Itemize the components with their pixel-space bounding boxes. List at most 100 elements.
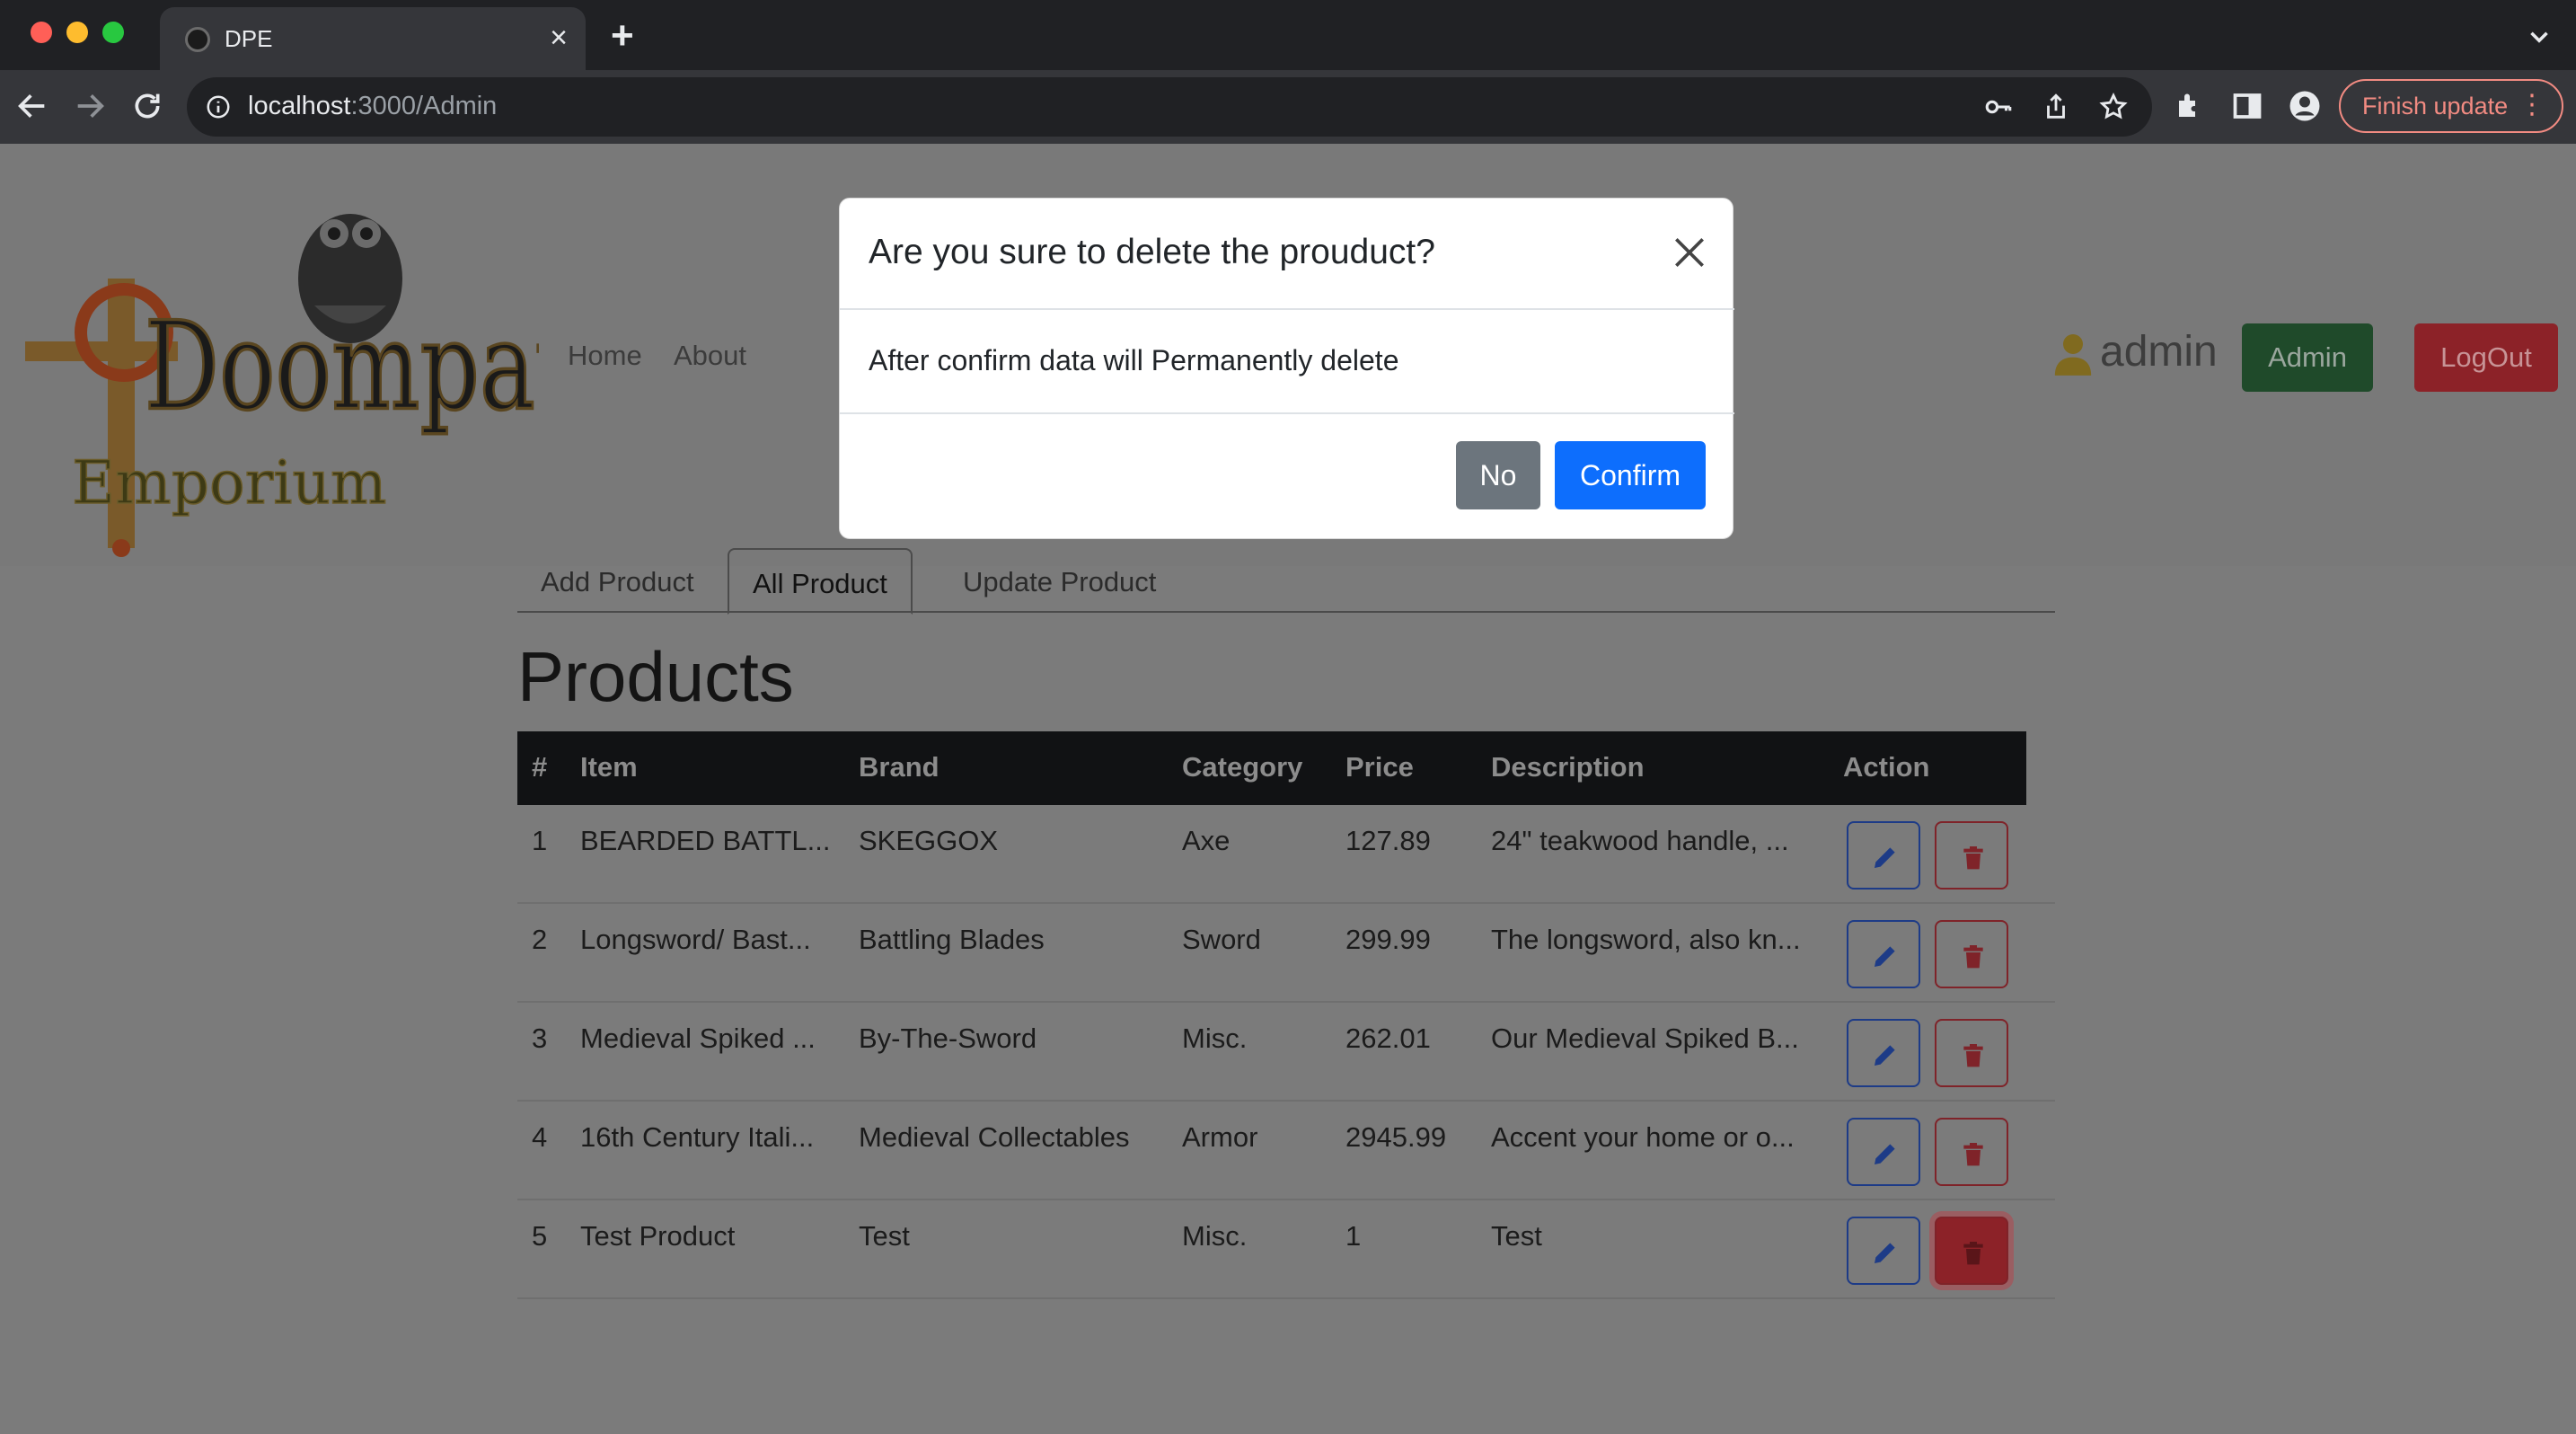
col-header-num: # xyxy=(532,751,548,783)
maximize-window-button[interactable] xyxy=(102,22,124,43)
delete-button[interactable] xyxy=(1935,1217,2008,1285)
table-row: 5 Test Product Test Misc. 1 Test xyxy=(517,1200,2055,1299)
admin-button[interactable]: Admin xyxy=(2242,323,2373,392)
tab-all-product[interactable]: All Product xyxy=(728,548,913,615)
col-header-price: Price xyxy=(1345,751,1414,783)
delete-button[interactable] xyxy=(1935,821,2008,890)
trash-icon xyxy=(1963,1242,1983,1265)
cell-brand: By-The-Sword xyxy=(859,1022,1037,1054)
cell-item: Test Product xyxy=(580,1220,736,1252)
svg-text:Doompause: Doompause xyxy=(145,297,539,438)
finish-update-button[interactable]: Finish update ⋮ xyxy=(2339,79,2563,133)
edit-button[interactable] xyxy=(1847,1118,1920,1186)
cell-category: Armor xyxy=(1182,1121,1258,1153)
extensions-icon[interactable] xyxy=(2174,90,2206,122)
forward-icon[interactable] xyxy=(72,88,108,124)
pencil-icon xyxy=(1875,946,1895,967)
cell-description: Our Medieval Spiked B... xyxy=(1491,1022,1799,1054)
cell-brand: SKEGGOX xyxy=(859,825,999,856)
cell-item: Medieval Spiked ... xyxy=(580,1022,816,1054)
close-window-button[interactable] xyxy=(31,22,52,43)
new-tab-button[interactable]: + xyxy=(611,14,634,58)
sidepanel-icon[interactable] xyxy=(2231,90,2263,122)
pencil-icon xyxy=(1875,1045,1895,1066)
pencil-icon xyxy=(1875,1243,1895,1263)
address-bar[interactable]: localhost:3000/Admin xyxy=(187,77,2152,137)
edit-button[interactable] xyxy=(1847,821,1920,890)
minimize-window-button[interactable] xyxy=(66,22,88,43)
trash-icon xyxy=(1963,1143,1983,1166)
cell-price: 299.99 xyxy=(1345,924,1431,955)
cell-num: 1 xyxy=(532,825,548,856)
browser-toolbar: localhost:3000/Admin Finish update ⋮ xyxy=(0,70,2576,144)
browser-menu-icon[interactable]: ⋮ xyxy=(2519,81,2545,129)
cell-category: Misc. xyxy=(1182,1022,1248,1054)
cell-num: 5 xyxy=(532,1220,548,1252)
site-logo[interactable]: Doompause Emporium xyxy=(18,171,539,566)
tab-title: DPE xyxy=(225,25,273,52)
share-icon[interactable] xyxy=(2041,92,2071,122)
cell-item: BEARDED BATTL... xyxy=(580,825,831,856)
confirm-button[interactable]: Confirm xyxy=(1555,441,1706,509)
nav-about-link[interactable]: About xyxy=(674,340,746,372)
cell-category: Misc. xyxy=(1182,1220,1248,1252)
cell-item: Longsword/ Bast... xyxy=(580,924,811,955)
table-row: 3 Medieval Spiked ... By-The-Sword Misc.… xyxy=(517,1003,2055,1102)
no-button[interactable]: No xyxy=(1456,441,1540,509)
cell-category: Axe xyxy=(1182,825,1231,856)
admin-tabs: Add Product All Product Update Product xyxy=(517,548,2055,615)
finish-update-label: Finish update xyxy=(2362,93,2509,120)
delete-button[interactable] xyxy=(1935,1118,2008,1186)
profile-icon[interactable] xyxy=(2289,90,2321,122)
cell-description: 24" teakwood handle, ... xyxy=(1491,825,1789,856)
close-icon[interactable] xyxy=(1670,233,1709,272)
cell-num: 3 xyxy=(532,1022,548,1054)
cell-brand: Battling Blades xyxy=(859,924,1045,955)
modal-header: Are you sure to delete the prouduct? xyxy=(840,199,1734,310)
key-icon[interactable] xyxy=(1983,92,2014,122)
modal-message: After confirm data will Permanently dele… xyxy=(869,344,1399,376)
trash-icon xyxy=(1963,945,1983,969)
delete-confirm-modal: Are you sure to delete the prouduct? Aft… xyxy=(839,198,1734,539)
delete-button[interactable] xyxy=(1935,1019,2008,1087)
col-header-category: Category xyxy=(1182,751,1303,783)
tab-add-product[interactable]: Add Product xyxy=(517,548,718,613)
delete-button[interactable] xyxy=(1935,920,2008,988)
cell-category: Sword xyxy=(1182,924,1261,955)
edit-button[interactable] xyxy=(1847,1019,1920,1087)
favicon-icon xyxy=(185,27,210,52)
back-icon[interactable] xyxy=(14,88,50,124)
table-row: 1 BEARDED BATTL... SKEGGOX Axe 127.89 24… xyxy=(517,805,2055,904)
url-host: localhost xyxy=(248,92,351,120)
svg-text:Emporium: Emporium xyxy=(72,448,387,518)
reload-icon[interactable] xyxy=(129,88,165,124)
cell-price: 262.01 xyxy=(1345,1022,1431,1054)
cell-num: 4 xyxy=(532,1121,548,1153)
tab-update-product[interactable]: Update Product xyxy=(940,548,1179,613)
cell-price: 2945.99 xyxy=(1345,1121,1447,1153)
username: admin xyxy=(2100,328,2218,376)
browser-tabbar: DPE × + xyxy=(0,0,2576,70)
cell-description: Accent your home or o... xyxy=(1491,1121,1795,1153)
user-icon xyxy=(2054,334,2092,376)
url-path: :3000/Admin xyxy=(350,92,498,120)
table-row: 2 Longsword/ Bast... Battling Blades Swo… xyxy=(517,904,2055,1003)
tab-close-button[interactable]: × xyxy=(550,20,568,56)
edit-button[interactable] xyxy=(1847,1217,1920,1285)
tab-search-chevron-icon[interactable] xyxy=(2524,22,2554,52)
modal-title: Are you sure to delete the prouduct? xyxy=(869,233,1435,271)
col-header-brand: Brand xyxy=(859,751,940,783)
cell-num: 2 xyxy=(532,924,548,955)
nav-home-link[interactable]: Home xyxy=(568,340,642,372)
cell-description: The longsword, also kn... xyxy=(1491,924,1801,955)
info-icon[interactable] xyxy=(205,93,232,120)
pencil-icon xyxy=(1875,1144,1895,1164)
cell-item: 16th Century Itali... xyxy=(580,1121,815,1153)
logout-button[interactable]: LogOut xyxy=(2414,323,2558,392)
pencil-icon xyxy=(1875,847,1895,868)
star-icon[interactable] xyxy=(2098,92,2129,122)
browser-tab[interactable]: DPE × xyxy=(160,7,586,70)
col-header-item: Item xyxy=(580,751,638,783)
edit-button[interactable] xyxy=(1847,920,1920,988)
cell-brand: Medieval Collectables xyxy=(859,1121,1130,1153)
